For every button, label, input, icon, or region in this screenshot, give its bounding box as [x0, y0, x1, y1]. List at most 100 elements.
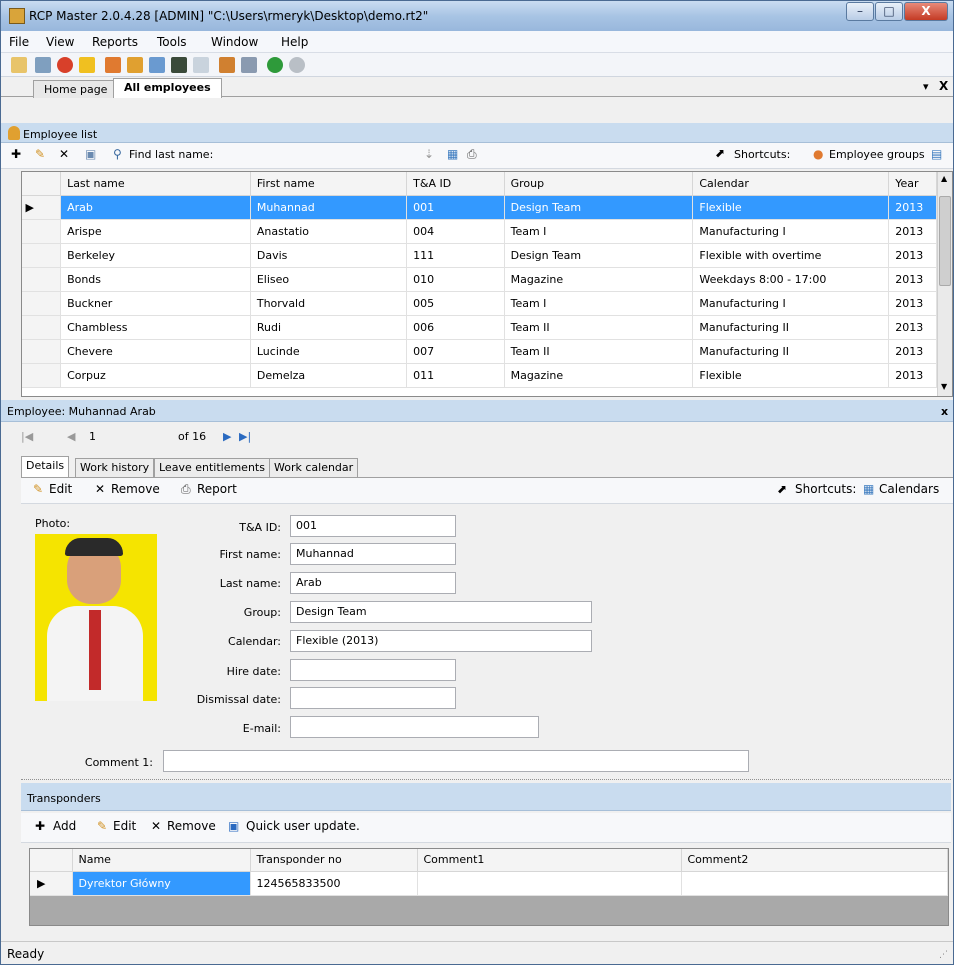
- delete-icon[interactable]: ✕: [59, 147, 69, 161]
- cell-last-name[interactable]: Bonds: [60, 267, 251, 292]
- dismissal-date-field[interactable]: [290, 687, 456, 709]
- email-field[interactable]: [290, 716, 539, 738]
- tab-home-page[interactable]: Home page: [33, 80, 119, 98]
- cell-group[interactable]: Magazine: [504, 363, 694, 388]
- refresh-icon[interactable]: ▣: [85, 147, 96, 161]
- menu-help[interactable]: Help: [281, 35, 308, 49]
- table-row[interactable]: Arispe Anastatio 004 Team I Manufacturin…: [22, 219, 937, 244]
- resize-grip-icon[interactable]: ⋰: [939, 950, 948, 960]
- ta-id-field[interactable]: 001: [290, 515, 456, 537]
- layout-icon[interactable]: ▤: [931, 147, 942, 161]
- cell-calendar[interactable]: Weekdays 8:00 - 17:00: [692, 267, 890, 292]
- menu-tools[interactable]: Tools: [157, 35, 187, 49]
- transponder-remove-button[interactable]: Remove: [167, 819, 216, 833]
- first-name-field[interactable]: Muhannad: [290, 543, 456, 565]
- cell-group[interactable]: Magazine: [504, 267, 694, 292]
- cell-ta-id[interactable]: 004: [406, 219, 505, 244]
- column-header-year[interactable]: Year: [888, 172, 937, 196]
- menu-view[interactable]: View: [46, 35, 74, 49]
- cell-first-name[interactable]: Lucinde: [250, 339, 408, 364]
- transponder-edit-button[interactable]: Edit: [113, 819, 136, 833]
- table-row[interactable]: ▶ Arab Muhannad 001 Design Team Flexible…: [22, 195, 937, 220]
- cell-calendar[interactable]: Flexible: [692, 195, 890, 220]
- cell-first-name[interactable]: Thorvald: [250, 291, 408, 316]
- table-row[interactable]: Chambless Rudi 006 Team II Manufacturing…: [22, 315, 937, 340]
- tab-details[interactable]: Details: [21, 456, 70, 477]
- edit-icon[interactable]: ✎: [35, 147, 45, 161]
- cell-year[interactable]: 2013: [888, 243, 937, 268]
- cell-ta-id[interactable]: 111: [406, 243, 505, 268]
- cell-year[interactable]: 2013: [888, 363, 937, 388]
- scroll-down-icon[interactable]: ▼: [941, 382, 947, 391]
- tab-close-icon[interactable]: X: [939, 79, 948, 93]
- cell-last-name[interactable]: Chambless: [60, 315, 251, 340]
- column-header-transponder-no[interactable]: Transponder no: [250, 849, 418, 872]
- cell-calendar[interactable]: Flexible: [692, 363, 890, 388]
- record-position[interactable]: 1: [89, 430, 96, 443]
- cell-last-name[interactable]: Arab: [60, 195, 251, 220]
- warning-icon[interactable]: [79, 57, 95, 73]
- menu-window[interactable]: Window: [211, 35, 258, 49]
- menu-file[interactable]: File: [9, 35, 29, 49]
- open-folder-icon[interactable]: [11, 57, 27, 73]
- cell-first-name[interactable]: Muhannad: [250, 195, 408, 220]
- forward-icon[interactable]: [289, 57, 305, 73]
- employee-groups-icon[interactable]: [105, 57, 121, 73]
- cell-last-name[interactable]: Arispe: [60, 219, 251, 244]
- cell-ta-id[interactable]: 005: [406, 291, 505, 316]
- cell-last-name[interactable]: Buckner: [60, 291, 251, 316]
- column-header-name[interactable]: Name: [72, 849, 251, 872]
- terminal-icon[interactable]: [171, 57, 187, 73]
- alert-icon[interactable]: [57, 57, 73, 73]
- table-row[interactable]: Buckner Thorvald 005 Team I Manufacturin…: [22, 291, 937, 316]
- column-header-first-name[interactable]: First name: [250, 172, 408, 196]
- menu-reports[interactable]: Reports: [92, 35, 138, 49]
- cell-year[interactable]: 2013: [888, 291, 937, 316]
- table-row[interactable]: ▶ Dyrektor Główny 124565833500: [30, 871, 948, 896]
- detail-edit-button[interactable]: Edit: [49, 482, 72, 496]
- prev-record-icon[interactable]: ◀: [67, 430, 75, 443]
- cell-year[interactable]: 2013: [888, 219, 937, 244]
- close-detail-icon[interactable]: x: [941, 405, 948, 418]
- find-last-name-input[interactable]: [257, 146, 421, 165]
- cell-year[interactable]: 2013: [888, 315, 937, 340]
- detail-report-button[interactable]: Report: [197, 482, 237, 496]
- cell-group[interactable]: Team I: [504, 291, 694, 316]
- cell-group[interactable]: Team I: [504, 219, 694, 244]
- column-header-last-name[interactable]: Last name: [60, 172, 251, 196]
- calendars-link[interactable]: Calendars: [879, 482, 939, 496]
- column-header-group[interactable]: Group: [504, 172, 694, 196]
- print-icon[interactable]: ⎙: [467, 147, 477, 162]
- cell-first-name[interactable]: Davis: [250, 243, 408, 268]
- add-icon[interactable]: ✚: [11, 147, 21, 161]
- cell-transponder-no[interactable]: 124565833500: [250, 871, 418, 896]
- last-record-icon[interactable]: ▶|: [239, 430, 251, 443]
- quick-user-update-button[interactable]: Quick user update.: [246, 819, 360, 833]
- cell-name[interactable]: Dyrektor Główny: [72, 871, 251, 896]
- back-icon[interactable]: [267, 57, 283, 73]
- cell-first-name[interactable]: Demelza: [250, 363, 408, 388]
- tab-all-employees[interactable]: All employees: [113, 78, 222, 98]
- column-header-ta-id[interactable]: T&A ID: [406, 172, 505, 196]
- cell-calendar[interactable]: Manufacturing II: [692, 339, 890, 364]
- cell-year[interactable]: 2013: [888, 339, 937, 364]
- cell-calendar[interactable]: Manufacturing I: [692, 291, 890, 316]
- transponder-add-button[interactable]: Add: [53, 819, 76, 833]
- cell-last-name[interactable]: Chevere: [60, 339, 251, 364]
- employee-groups-link[interactable]: Employee groups: [829, 148, 925, 161]
- cell-first-name[interactable]: Rudi: [250, 315, 408, 340]
- table-row[interactable]: Chevere Lucinde 007 Team II Manufacturin…: [22, 339, 937, 364]
- column-header-calendar[interactable]: Calendar: [692, 172, 890, 196]
- column-header-comment1[interactable]: Comment1: [417, 849, 682, 872]
- cell-last-name[interactable]: Berkeley: [60, 243, 251, 268]
- cell-first-name[interactable]: Anastatio: [250, 219, 408, 244]
- tree-icon[interactable]: [241, 57, 257, 73]
- scroll-thumb[interactable]: [939, 196, 951, 286]
- cell-ta-id[interactable]: 011: [406, 363, 505, 388]
- cell-calendar[interactable]: Flexible with overtime: [692, 243, 890, 268]
- cell-comment2[interactable]: [681, 871, 948, 896]
- cell-group[interactable]: Design Team: [504, 195, 694, 220]
- last-name-field[interactable]: Arab: [290, 572, 456, 594]
- hire-date-field[interactable]: [290, 659, 456, 681]
- minimize-button[interactable]: –: [846, 2, 874, 21]
